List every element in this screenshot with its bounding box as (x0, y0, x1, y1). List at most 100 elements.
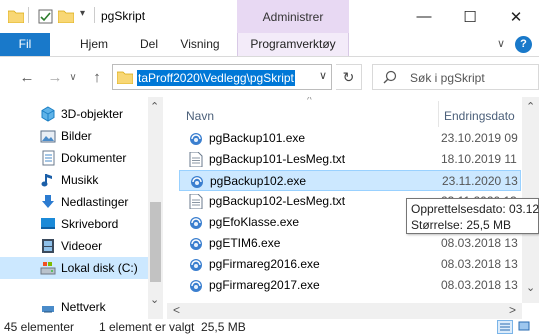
nav-item-label: Dokumenter (61, 151, 127, 165)
up-button[interactable]: ↑ (86, 66, 108, 88)
ribbon-tabs: Fil Hjem Del Visning Programverktøy ∨ ? (0, 33, 539, 57)
help-icon[interactable]: ? (515, 36, 532, 53)
file-list-horizontal-scrollbar[interactable]: < > (167, 303, 522, 319)
file-row[interactable]: pgFirmareg2017.exe 08.03.2018 13 (179, 275, 521, 296)
address-bar[interactable]: taProff2020\Vedlegg\pgSkript ∨ (112, 64, 332, 90)
file-row[interactable]: pgBackup101-LesMeg.txt 18.10.2019 11 (179, 149, 521, 170)
folder-icon (7, 9, 25, 26)
separator (94, 7, 95, 23)
column-divider[interactable] (438, 101, 439, 127)
file-date: 08.03.2018 13 (441, 278, 518, 292)
local-disk-icon (40, 260, 56, 276)
details-view-button[interactable] (497, 320, 513, 334)
nav-item-musikk[interactable]: Musikk (0, 169, 148, 191)
minimize-button[interactable]: — (401, 0, 447, 33)
nav-item-nedlastinger[interactable]: Nedlastinger (0, 191, 148, 213)
file-row[interactable]: pgETIM6.exe 08.03.2018 13 (179, 233, 521, 254)
context-tab-group-label: Administrer (262, 10, 324, 24)
refresh-button[interactable]: ↻ (336, 64, 362, 90)
file-row[interactable]: pgFirmareg2016.exe 08.03.2018 13 (179, 254, 521, 275)
file-name: pgBackup101-LesMeg.txt (209, 152, 346, 166)
music-icon (40, 172, 56, 188)
nav-item-3d-objekter[interactable]: 3D-objekter (0, 103, 148, 125)
tooltip-size: Størrelse: 25,5 MB (411, 218, 512, 232)
properties-quick-access-icon[interactable] (38, 9, 53, 27)
search-input[interactable]: Søk i pgSkript (410, 71, 485, 85)
scroll-down-icon[interactable]: ⌄ (526, 281, 535, 294)
text-file-icon (189, 193, 203, 210)
file-name: pgBackup102-LesMeg.txt (209, 194, 346, 208)
tab-hjem[interactable]: Hjem (78, 33, 110, 56)
scroll-left-icon[interactable]: < (173, 303, 180, 317)
maximize-button[interactable]: ☐ (447, 0, 493, 33)
nav-scrollbar[interactable]: ⌃ ⌄ (148, 97, 163, 319)
application-icon (189, 215, 203, 230)
separator (28, 7, 29, 23)
sort-ascending-icon: ^ (307, 97, 312, 106)
nav-item-label: Bilder (61, 129, 92, 143)
nav-item-lokal-disk[interactable]: Lokal disk (C:) (0, 257, 148, 279)
file-tooltip: Opprettelsesdato: 03.12. Størrelse: 25,5… (406, 198, 539, 234)
application-icon (189, 278, 203, 293)
file-name: pgBackup101.exe (209, 131, 306, 145)
context-tab-group-header: Administrer (237, 0, 349, 33)
tooltip-created: Opprettelsesdato: 03.12. (411, 202, 539, 216)
search-icon (383, 70, 397, 87)
application-icon (189, 236, 203, 251)
recent-locations-button[interactable]: ∨ (66, 66, 80, 88)
item-count: 45 elementer (4, 320, 75, 334)
nav-item-label: 3D-objekter (61, 107, 124, 121)
tab-programverktoy[interactable]: Programverktøy (237, 33, 349, 56)
file-date: 23.10.2019 09 (441, 131, 518, 145)
address-path-input[interactable]: taProff2020\Vedlegg\pgSkript (137, 70, 295, 86)
file-date: 08.03.2018 13 (441, 236, 518, 250)
scroll-up-icon[interactable]: ⌃ (150, 100, 159, 113)
file-date: 18.10.2019 11 (441, 152, 517, 166)
3d-objects-icon (40, 106, 56, 122)
file-date: 23.11.2020 13 (442, 174, 518, 188)
network-icon (40, 299, 56, 315)
application-icon (189, 131, 203, 146)
scroll-right-icon[interactable]: > (509, 303, 516, 317)
address-dropdown-icon[interactable]: ∨ (319, 69, 327, 82)
tab-fil[interactable]: Fil (0, 33, 50, 56)
application-icon (189, 257, 203, 272)
videos-icon (40, 238, 56, 254)
file-row[interactable]: pgBackup102.exe 23.11.2020 13 (179, 170, 521, 191)
tab-del[interactable]: Del (136, 33, 162, 56)
nav-item-skrivebord[interactable]: Skrivebord (0, 213, 148, 235)
back-button[interactable]: ← (16, 66, 38, 88)
file-date: 08.03.2018 13 (441, 257, 518, 271)
nav-item-label: Musikk (61, 173, 99, 187)
customize-quick-access-icon[interactable]: ▾ (80, 8, 85, 19)
search-box[interactable]: Søk i pgSkript (372, 64, 539, 90)
file-name: pgFirmareg2016.exe (209, 257, 320, 271)
nav-item-label: Videoer (61, 239, 103, 253)
desktop-icon (40, 216, 56, 232)
status-bar: 45 elementer 1 element er valgt 25,5 MB (0, 319, 539, 335)
column-header-date[interactable]: Endringsdato (444, 109, 515, 123)
nav-item-dokumenter[interactable]: Dokumenter (0, 147, 148, 169)
file-name: pgETIM6.exe (209, 236, 281, 250)
scroll-up-icon[interactable]: ⌃ (526, 100, 535, 113)
title-bar: ▾ pgSkript Administrer — ☐ ✕ (0, 0, 539, 33)
file-row[interactable]: pgBackup101.exe 23.10.2019 09 (179, 128, 521, 149)
address-row: ← → ∨ ↑ taProff2020\Vedlegg\pgSkript ∨ ↻… (0, 58, 539, 96)
file-name: pgFirmareg2017.exe (209, 278, 320, 292)
application-icon (190, 174, 204, 189)
column-header-name[interactable]: Navn (186, 109, 214, 123)
nav-item-label: Nettverk (61, 300, 106, 314)
nav-scrollbar-thumb[interactable] (150, 202, 161, 282)
large-icons-view-button[interactable] (517, 320, 533, 334)
tab-visning[interactable]: Visning (176, 33, 224, 56)
close-button[interactable]: ✕ (493, 0, 539, 33)
nav-item-nettverk[interactable]: Nettverk (0, 296, 148, 318)
ribbon-expand-icon[interactable]: ∨ (492, 33, 510, 56)
forward-button[interactable]: → (44, 66, 66, 88)
navigation-pane: 3D-objekter Bilder Dokumenter Musikk Ned… (0, 97, 163, 319)
nav-item-videoer[interactable]: Videoer (0, 235, 148, 257)
new-folder-quick-access-icon[interactable] (57, 9, 75, 26)
nav-item-label: Nedlastinger (61, 195, 129, 209)
nav-item-bilder[interactable]: Bilder (0, 125, 148, 147)
scroll-down-icon[interactable]: ⌄ (150, 293, 159, 306)
